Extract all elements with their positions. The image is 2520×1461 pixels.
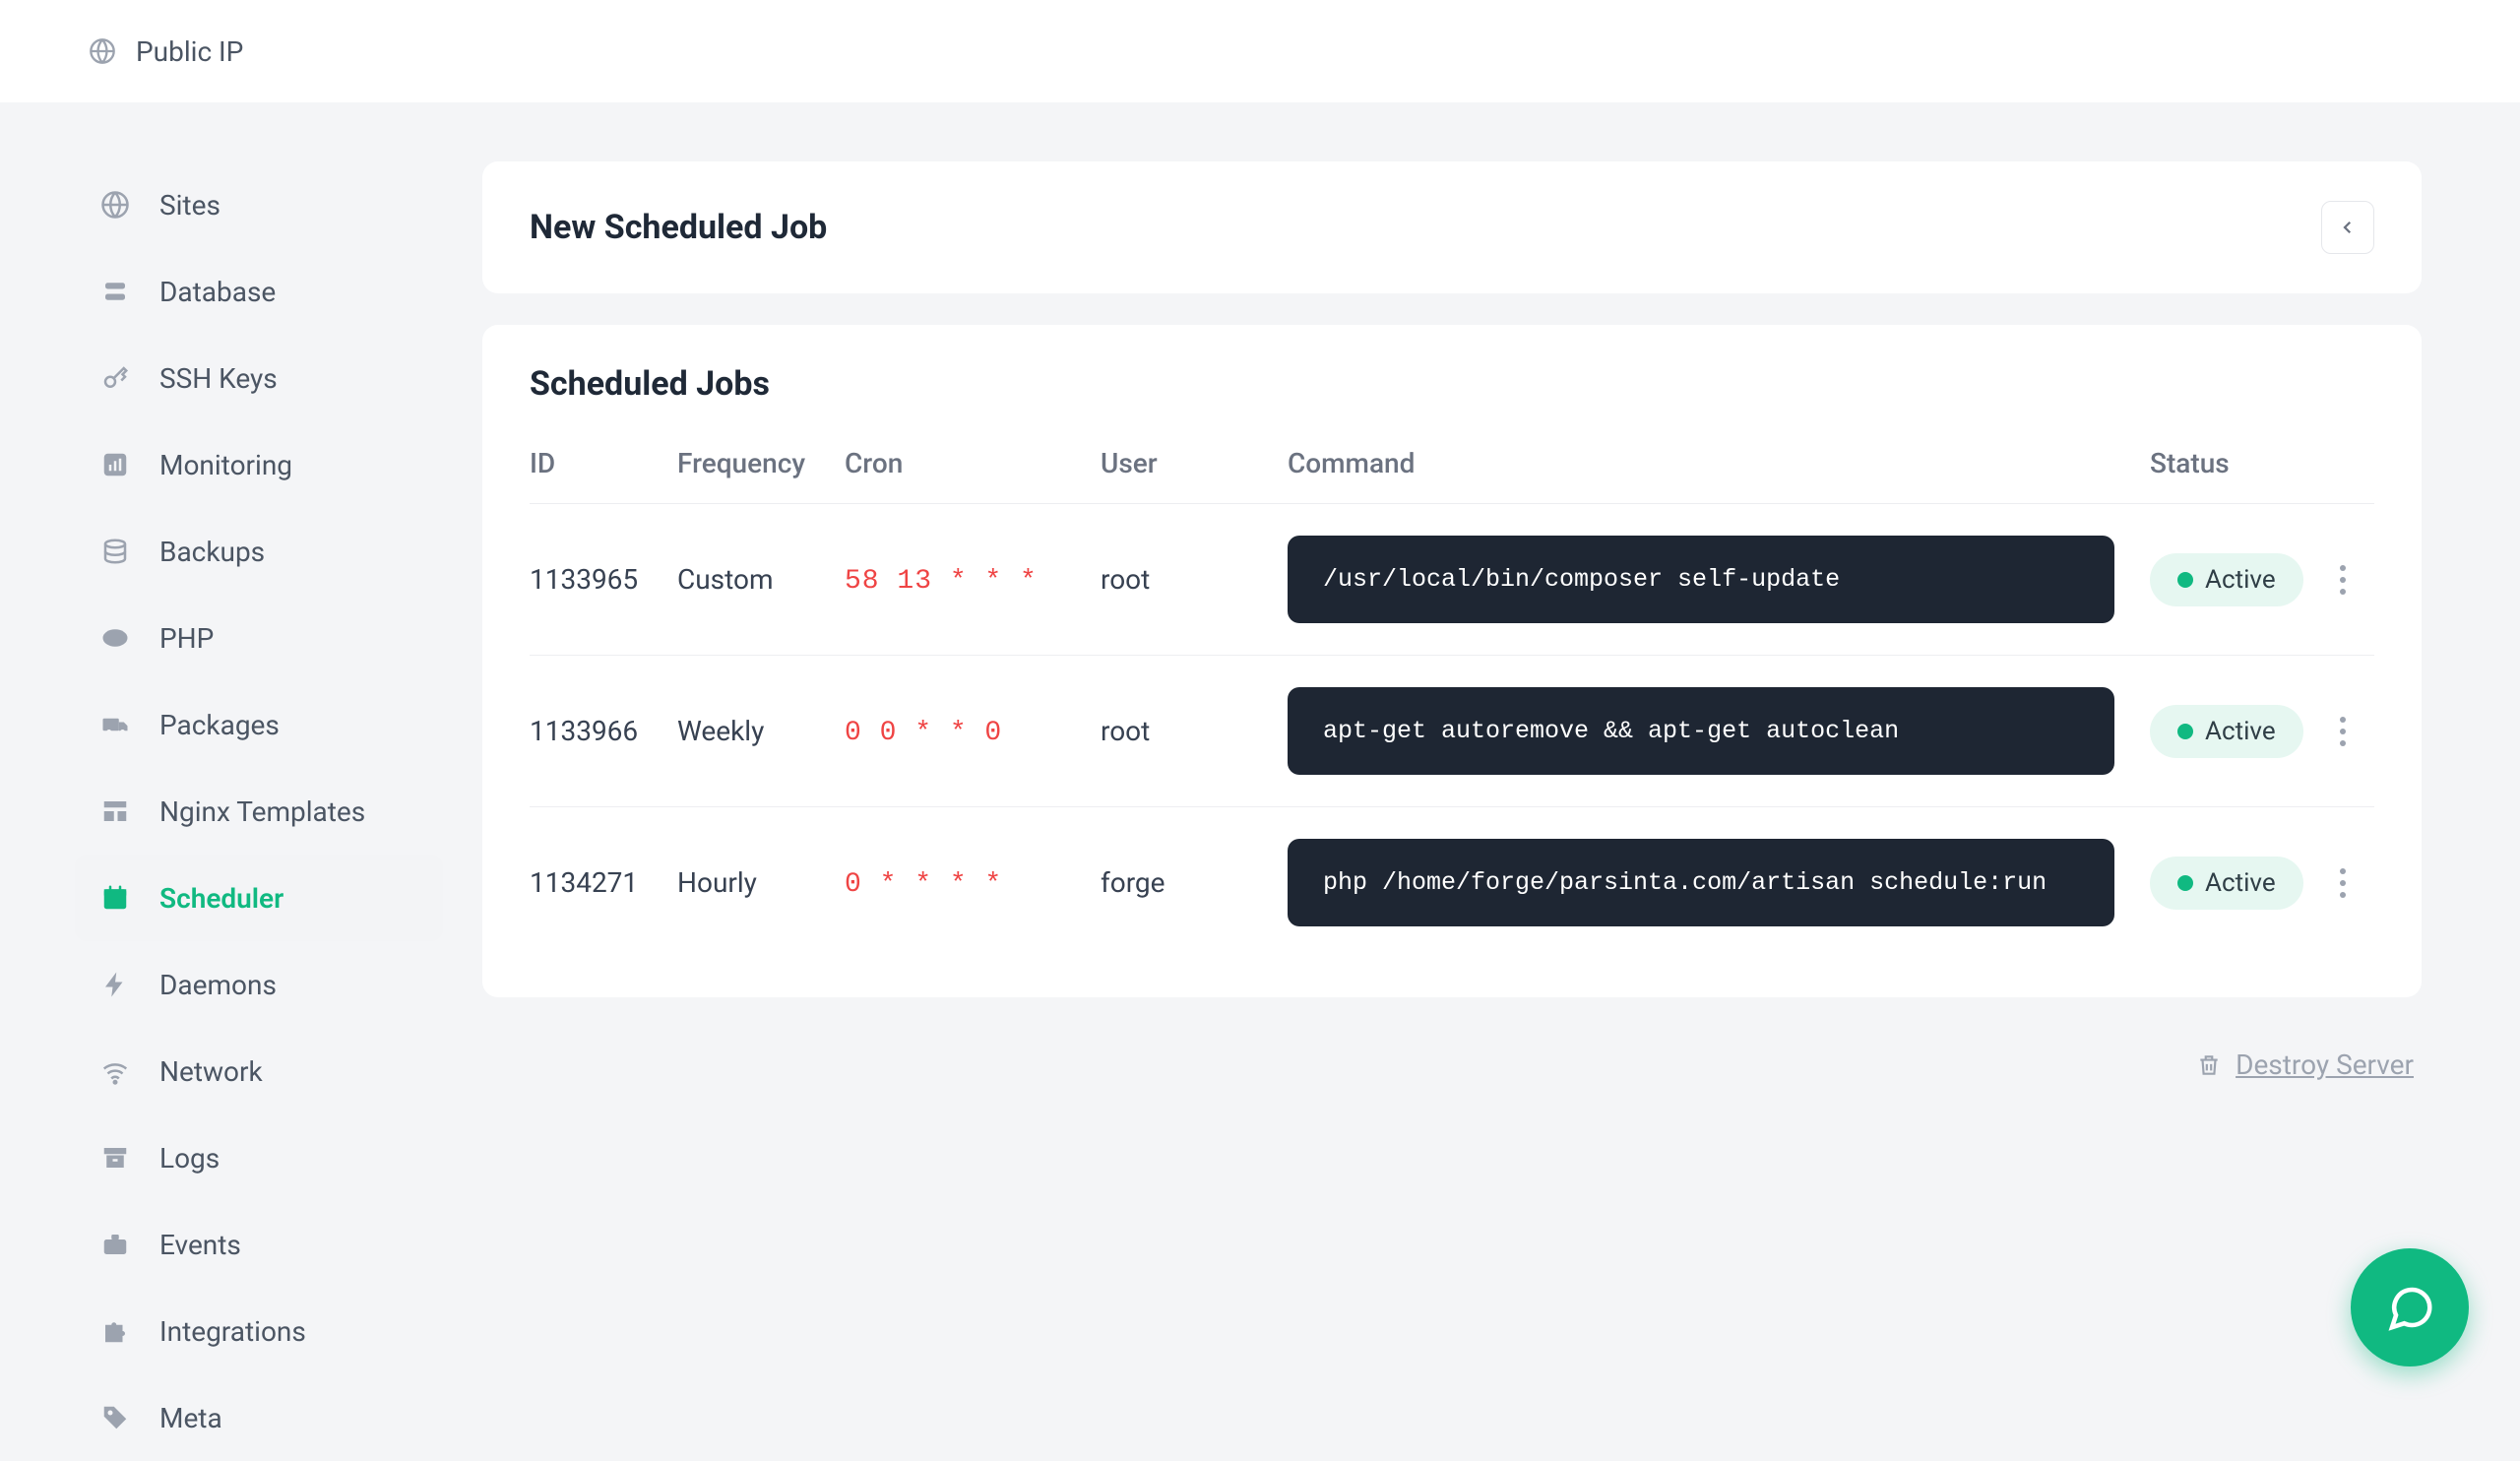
sidebar-item-nginx[interactable]: Nginx Templates [75, 768, 443, 855]
template-icon [98, 794, 132, 828]
bolt-icon [98, 968, 132, 1001]
sidebar-item-scheduler[interactable]: Scheduler [75, 855, 443, 941]
col-user: User [1101, 427, 1288, 504]
topbar: Public IP [0, 0, 2520, 102]
wifi-icon [98, 1054, 132, 1088]
sidebar-item-php[interactable]: PHP [75, 595, 443, 681]
sidebar-item-daemons[interactable]: Daemons [75, 941, 443, 1028]
col-command: Command [1288, 427, 2150, 504]
truck-icon [98, 708, 132, 741]
sidebar-item-label: Events [159, 1229, 241, 1261]
row-actions-button[interactable] [2327, 565, 2359, 595]
public-ip-item[interactable]: Public IP [89, 35, 243, 68]
stack-icon [98, 535, 132, 568]
sidebar-item-label: Meta [159, 1402, 222, 1434]
cell-command: apt-get autoremove && apt-get autoclean [1288, 687, 2114, 775]
chat-icon [2383, 1281, 2436, 1334]
trash-icon [2196, 1052, 2222, 1078]
destroy-server-link[interactable]: Destroy Server [2236, 1048, 2414, 1081]
cell-user: forge [1101, 807, 1288, 959]
row-actions-button[interactable] [2327, 717, 2359, 746]
cell-id: 1133966 [530, 656, 677, 807]
sidebar-item-sshkeys[interactable]: SSH Keys [75, 335, 443, 421]
sidebar-item-events[interactable]: Events [75, 1201, 443, 1288]
sidebar-item-label: Database [159, 276, 276, 308]
sidebar-item-label: Packages [159, 709, 280, 741]
status-badge: Active [2150, 705, 2303, 758]
calendar-icon [98, 881, 132, 915]
scheduled-jobs-card: Scheduled Jobs ID Frequency Cron User Co… [482, 325, 2422, 997]
archive-icon [98, 1141, 132, 1175]
status-badge: Active [2150, 553, 2303, 606]
sidebar-item-monitoring[interactable]: Monitoring [75, 421, 443, 508]
sidebar-item-label: SSH Keys [159, 362, 278, 395]
cell-id: 1133965 [530, 504, 677, 656]
status-dot-icon [2177, 572, 2193, 588]
sidebar-item-sites[interactable]: Sites [75, 161, 443, 248]
main-content: New Scheduled Job Scheduled Jobs ID Freq… [482, 102, 2520, 1418]
scheduled-jobs-title: Scheduled Jobs [530, 364, 2374, 404]
sidebar-item-meta[interactable]: Meta [75, 1374, 443, 1461]
status-badge: Active [2150, 857, 2303, 910]
table-row: 1133965 Custom 58 13 * * * root /usr/loc… [530, 504, 2374, 656]
sidebar-item-packages[interactable]: Packages [75, 681, 443, 768]
cell-cron: 0 * * * * [845, 869, 1002, 900]
cell-cron: 0 0 * * 0 [845, 718, 1002, 748]
php-icon [98, 621, 132, 655]
col-status: Status [2150, 427, 2327, 504]
sidebar-item-label: PHP [159, 622, 214, 655]
col-cron: Cron [845, 427, 1101, 504]
globe-icon [98, 188, 132, 222]
sidebar-item-database[interactable]: Database [75, 248, 443, 335]
jobs-table: ID Frequency Cron User Command Status 11… [530, 427, 2374, 958]
sidebar-item-label: Integrations [159, 1315, 306, 1348]
sidebar-item-backups[interactable]: Backups [75, 508, 443, 595]
new-job-title: New Scheduled Job [530, 208, 827, 247]
sidebar-item-label: Monitoring [159, 449, 292, 481]
sidebar-item-network[interactable]: Network [75, 1028, 443, 1114]
cell-user: root [1101, 504, 1288, 656]
tag-icon [98, 1401, 132, 1434]
cell-cron: 58 13 * * * [845, 566, 1038, 597]
key-icon [98, 361, 132, 395]
status-dot-icon [2177, 875, 2193, 891]
cell-frequency: Custom [677, 504, 845, 656]
sidebar-item-label: Backups [159, 536, 265, 568]
table-row: 1133966 Weekly 0 0 * * 0 root apt-get au… [530, 656, 2374, 807]
cell-command: php /home/forge/parsinta.com/artisan sch… [1288, 839, 2114, 926]
chart-icon [98, 448, 132, 481]
globe-icon [89, 37, 116, 65]
new-job-card: New Scheduled Job [482, 161, 2422, 293]
table-row: 1134271 Hourly 0 * * * * forge php /home… [530, 807, 2374, 959]
puzzle-icon [98, 1314, 132, 1348]
public-ip-label: Public IP [136, 35, 243, 68]
sidebar: Sites Database SSH Keys Monitoring Backu… [0, 102, 482, 1418]
destroy-server-row: Destroy Server [482, 1029, 2422, 1081]
col-id: ID [530, 427, 677, 504]
database-icon [98, 275, 132, 308]
row-actions-button[interactable] [2327, 868, 2359, 898]
sidebar-item-label: Network [159, 1055, 263, 1088]
sidebar-item-label: Sites [159, 189, 220, 222]
briefcase-icon [98, 1228, 132, 1261]
sidebar-item-logs[interactable]: Logs [75, 1114, 443, 1201]
sidebar-item-label: Daemons [159, 969, 277, 1001]
cell-frequency: Weekly [677, 656, 845, 807]
status-dot-icon [2177, 724, 2193, 739]
cell-id: 1134271 [530, 807, 677, 959]
col-frequency: Frequency [677, 427, 845, 504]
help-chat-button[interactable] [2351, 1248, 2469, 1366]
cell-user: root [1101, 656, 1288, 807]
sidebar-item-integrations[interactable]: Integrations [75, 1288, 443, 1374]
cell-frequency: Hourly [677, 807, 845, 959]
sidebar-item-label: Scheduler [159, 882, 284, 915]
collapse-button[interactable] [2321, 201, 2374, 254]
sidebar-item-label: Nginx Templates [159, 795, 365, 828]
cell-command: /usr/local/bin/composer self-update [1288, 536, 2114, 623]
sidebar-item-label: Logs [159, 1142, 220, 1175]
chevron-left-icon [2339, 219, 2357, 236]
